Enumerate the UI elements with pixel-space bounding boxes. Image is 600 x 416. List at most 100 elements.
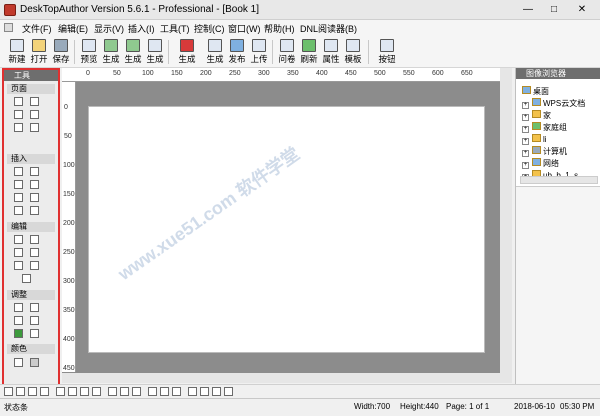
- layout-tool-2[interactable]: [16, 387, 25, 396]
- edit-tool-4[interactable]: [30, 248, 39, 257]
- preview-icon: [82, 39, 96, 52]
- folder-icon: [532, 110, 541, 118]
- page-tool-1[interactable]: [14, 97, 23, 106]
- edit-tool-1[interactable]: [14, 235, 23, 244]
- layout-tool-4[interactable]: [40, 387, 49, 396]
- date-readout: 2018-06-10: [514, 402, 555, 411]
- expand-icon[interactable]: +: [522, 102, 529, 109]
- page-tool-2[interactable]: [30, 97, 39, 106]
- save-button[interactable]: 保存: [50, 38, 72, 66]
- align-tool-12[interactable]: [200, 387, 209, 396]
- align-tool-7[interactable]: [132, 387, 141, 396]
- tree-item-homegroup[interactable]: + 家庭组: [522, 122, 567, 133]
- doc-icon[interactable]: [4, 23, 13, 32]
- edit-tool-5[interactable]: [14, 261, 23, 270]
- insert-tool-3[interactable]: [14, 180, 23, 189]
- menu-view[interactable]: 显示(V): [94, 22, 124, 35]
- layout-tool-1[interactable]: [4, 387, 13, 396]
- page-tool-4[interactable]: [30, 110, 39, 119]
- menu-dnl-reader[interactable]: DNL阅读器(B): [300, 22, 357, 35]
- menu-control[interactable]: 控制(C): [194, 22, 225, 35]
- align-tool-6[interactable]: [120, 387, 129, 396]
- align-tool-10[interactable]: [172, 387, 181, 396]
- ruler-horizontal: 0 50 100 150 200 250 300 350 400 450 500…: [62, 68, 508, 82]
- insert-tool-8[interactable]: [30, 206, 39, 215]
- adjust-tool-6[interactable]: [30, 329, 39, 338]
- layout-tool-3[interactable]: [28, 387, 37, 396]
- close-button[interactable]: ✕: [568, 2, 596, 17]
- align-tool-13[interactable]: [212, 387, 221, 396]
- status-text: 状态条: [4, 403, 28, 412]
- edit-tool-2[interactable]: [30, 235, 39, 244]
- adjust-tool-3[interactable]: [14, 316, 23, 325]
- generate-button-3[interactable]: 生成: [144, 38, 166, 66]
- expand-icon[interactable]: +: [522, 114, 529, 121]
- section-insert: 插入: [7, 154, 55, 164]
- align-tool-2[interactable]: [68, 387, 77, 396]
- menu-window[interactable]: 窗口(W): [228, 22, 261, 35]
- align-tool-1[interactable]: [56, 387, 65, 396]
- align-tool-14[interactable]: [224, 387, 233, 396]
- insert-tool-6[interactable]: [30, 193, 39, 202]
- generate-button-4[interactable]: 生成: [176, 38, 198, 66]
- align-tool-8[interactable]: [148, 387, 157, 396]
- insert-tool-1[interactable]: [14, 167, 23, 176]
- color-tool-1[interactable]: [14, 358, 23, 367]
- color-tool-2[interactable]: [30, 358, 39, 367]
- section-edit: 编辑: [7, 222, 55, 232]
- insert-tool-2[interactable]: [30, 167, 39, 176]
- tree-item-wps[interactable]: + WPS云文档: [522, 98, 585, 109]
- app-icon: [4, 4, 16, 16]
- generate-icon: [104, 39, 118, 52]
- page-tool-6[interactable]: [30, 123, 39, 132]
- expand-icon[interactable]: +: [522, 138, 529, 145]
- edit-tool-7[interactable]: [22, 274, 31, 283]
- adjust-tool-1[interactable]: [14, 303, 23, 312]
- maximize-button[interactable]: □: [542, 2, 566, 17]
- expand-icon[interactable]: +: [522, 126, 529, 133]
- tree-item-li[interactable]: + li: [522, 134, 547, 145]
- adjust-tool-5[interactable]: [14, 329, 23, 338]
- minimize-button[interactable]: —: [516, 2, 540, 17]
- adjust-tool-4[interactable]: [30, 316, 39, 325]
- tree-item-network[interactable]: + 网络: [522, 158, 559, 169]
- menu-edit[interactable]: 编辑(E): [58, 22, 88, 35]
- width-readout: Width:700: [354, 402, 391, 411]
- insert-tool-7[interactable]: [14, 206, 23, 215]
- page-tool-5[interactable]: [14, 123, 23, 132]
- align-tool-5[interactable]: [108, 387, 117, 396]
- menu-insert[interactable]: 插入(I): [128, 22, 155, 35]
- main-toolbar: 新建 打开 保存 预览 生成 生成 生成 生成 生成 发布 上传 问卷 刷新 属…: [0, 36, 600, 68]
- insert-tool-4[interactable]: [30, 180, 39, 189]
- menu-tools[interactable]: 工具(T): [160, 22, 190, 35]
- edit-tool-3[interactable]: [14, 248, 23, 257]
- section-adjust: 调整: [7, 290, 55, 300]
- expand-icon[interactable]: +: [522, 162, 529, 169]
- align-tool-3[interactable]: [80, 387, 89, 396]
- expand-icon[interactable]: +: [522, 150, 529, 157]
- insert-tool-5[interactable]: [14, 193, 23, 202]
- image-browser-title: 图像浏览器: [516, 68, 600, 79]
- delete-icon[interactable]: [30, 261, 39, 270]
- align-tool-9[interactable]: [160, 387, 169, 396]
- menu-file[interactable]: 文件(F): [22, 22, 52, 35]
- tree-item-desktop[interactable]: 桌面: [522, 86, 549, 97]
- menu-bar: 文件(F) 编辑(E) 显示(V) 插入(I) 工具(T) 控制(C) 窗口(W…: [0, 20, 600, 36]
- title-bar: DeskTopAuthor Version 5.6.1 - Profession…: [0, 0, 600, 20]
- page-tool-3[interactable]: [14, 110, 23, 119]
- horizontal-scrollbar[interactable]: [62, 373, 500, 383]
- image-browser-panel: 图像浏览器 桌面 +WPS云文档 +家 +家庭组 +li +计算机 +网络 +u…: [515, 68, 600, 388]
- button-tool[interactable]: 按钮: [376, 38, 398, 66]
- template-button[interactable]: 模板: [342, 38, 364, 66]
- menu-help[interactable]: 帮助(H): [264, 22, 295, 35]
- adjust-tool-2[interactable]: [30, 303, 39, 312]
- status-bar: 状态条 Width:700 Height:440 Page: 1 of 1 20…: [0, 398, 600, 416]
- align-tool-11[interactable]: [188, 387, 197, 396]
- align-tool-4[interactable]: [92, 387, 101, 396]
- vertical-scrollbar[interactable]: [500, 68, 512, 383]
- browser-scrollbar[interactable]: [520, 176, 598, 184]
- upload-button[interactable]: 上传: [248, 38, 270, 66]
- tree-item-computer[interactable]: + 计算机: [522, 146, 567, 157]
- tree-item-home[interactable]: + 家: [522, 110, 551, 121]
- refresh-icon: [302, 39, 316, 52]
